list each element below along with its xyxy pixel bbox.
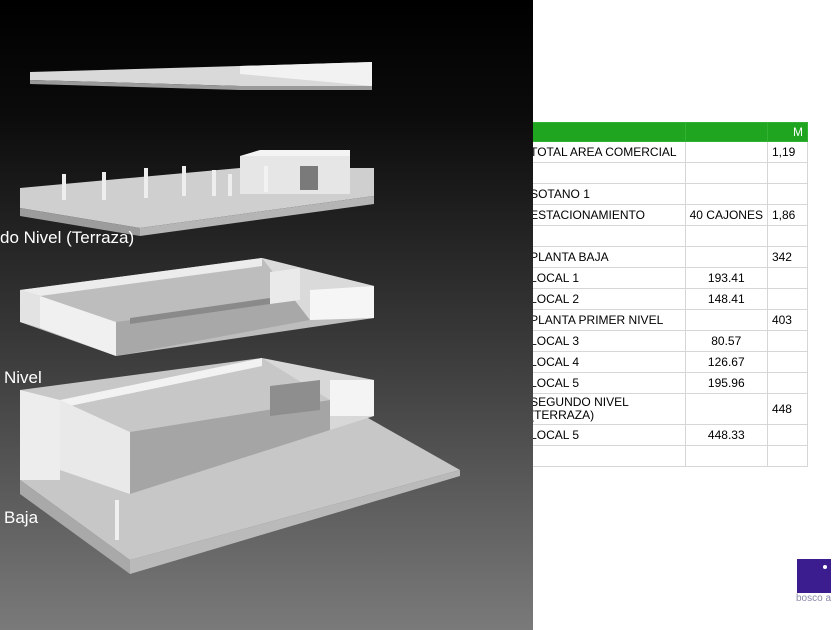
row-label	[533, 445, 686, 467]
row-quantity	[684, 225, 768, 247]
primer-nivel-level	[20, 258, 374, 356]
table-row: LOCAL 5 195.96	[533, 372, 809, 394]
row-area	[766, 351, 809, 373]
table-row	[533, 162, 809, 184]
row-label: PLANTA PRIMER NIVEL	[533, 309, 686, 331]
area-table-body: M 1TOTAL AREA COMERCIAL1,192SOTANO 1ESTA…	[533, 122, 809, 467]
row-label: TOTAL AREA COMERCIAL	[533, 141, 686, 163]
row-area: 1,19	[766, 141, 809, 163]
row-quantity: 126.67	[684, 351, 768, 373]
row-label	[533, 162, 686, 184]
row-quantity	[684, 445, 768, 467]
roof-slab	[30, 62, 372, 90]
row-quantity: 40 CAJONES	[684, 204, 768, 226]
row-quantity	[684, 141, 768, 163]
logo-text: bosco a	[796, 593, 832, 604]
label-planta-baja: Baja	[4, 508, 39, 527]
area-table: M 1TOTAL AREA COMERCIAL1,192SOTANO 1ESTA…	[533, 122, 809, 467]
table-row: LOCAL 2 148.41	[533, 288, 809, 310]
row-area: 1,86	[766, 204, 809, 226]
area-summary-panel: M 1TOTAL AREA COMERCIAL1,192SOTANO 1ESTA…	[533, 0, 840, 630]
table-row: ESTACIONAMIENTO 40 CAJONES 1,86	[533, 204, 809, 226]
row-label: LOCAL 4	[533, 351, 686, 373]
table-row: LOCAL 5 448.33	[533, 424, 809, 446]
row-area: 448	[766, 393, 809, 425]
table-row: LOCAL 3 80.57	[533, 330, 809, 352]
row-area	[766, 330, 809, 352]
table-row	[533, 225, 809, 247]
row-area: 403	[766, 309, 809, 331]
row-area	[766, 162, 809, 184]
row-area: 342	[766, 246, 809, 268]
label-segundo-nivel: do Nivel (Terraza)	[0, 228, 135, 247]
table-row: LOCAL 4 126.67	[533, 351, 809, 373]
table-row: 1TOTAL AREA COMERCIAL1,19	[533, 141, 809, 163]
table-row: PLANTA BAJA 342	[533, 246, 809, 268]
row-quantity: 148.41	[684, 288, 768, 310]
exploded-building-view: do Nivel (Terraza) Nivel Baja	[0, 0, 533, 630]
row-area	[766, 267, 809, 289]
table-header-row: M	[533, 122, 809, 142]
row-label: PLANTA BAJA	[533, 246, 686, 268]
row-area	[766, 225, 809, 247]
row-label: ESTACIONAMIENTO	[533, 204, 686, 226]
label-primer-nivel: Nivel	[4, 368, 42, 387]
row-label: LOCAL 5	[533, 372, 686, 394]
row-quantity	[684, 309, 768, 331]
header-cell	[533, 122, 686, 142]
row-area	[766, 183, 809, 205]
row-area	[766, 372, 809, 394]
row-quantity: 80.57	[684, 330, 768, 352]
bosco-logo-icon	[797, 559, 831, 593]
table-row: LOCAL 1 193.41	[533, 267, 809, 289]
row-quantity: 195.96	[684, 372, 768, 394]
row-quantity	[684, 162, 768, 184]
planta-baja-level	[20, 358, 460, 574]
row-area	[766, 445, 809, 467]
row-area	[766, 288, 809, 310]
row-label: LOCAL 2	[533, 288, 686, 310]
table-row: SEGUNDO NIVEL (TERRAZA) 448	[533, 393, 809, 425]
table-row	[533, 445, 809, 467]
row-quantity: 193.41	[684, 267, 768, 289]
row-label: LOCAL 5	[533, 424, 686, 446]
row-quantity	[684, 183, 768, 205]
row-label: SOTANO 1	[533, 183, 686, 205]
row-quantity	[684, 393, 768, 425]
row-quantity	[684, 246, 768, 268]
table-row: 2SOTANO 1	[533, 183, 809, 205]
row-label	[533, 225, 686, 247]
exploded-floors-illustration	[20, 62, 460, 574]
row-label: LOCAL 3	[533, 330, 686, 352]
row-quantity: 448.33	[684, 424, 768, 446]
row-label: LOCAL 1	[533, 267, 686, 289]
row-label: SEGUNDO NIVEL (TERRAZA)	[533, 393, 686, 425]
table-row: PLANTA PRIMER NIVEL 403	[533, 309, 809, 331]
header-cell-area: M	[766, 122, 809, 142]
header-cell	[684, 122, 768, 142]
row-area	[766, 424, 809, 446]
terraza-level	[20, 150, 374, 236]
